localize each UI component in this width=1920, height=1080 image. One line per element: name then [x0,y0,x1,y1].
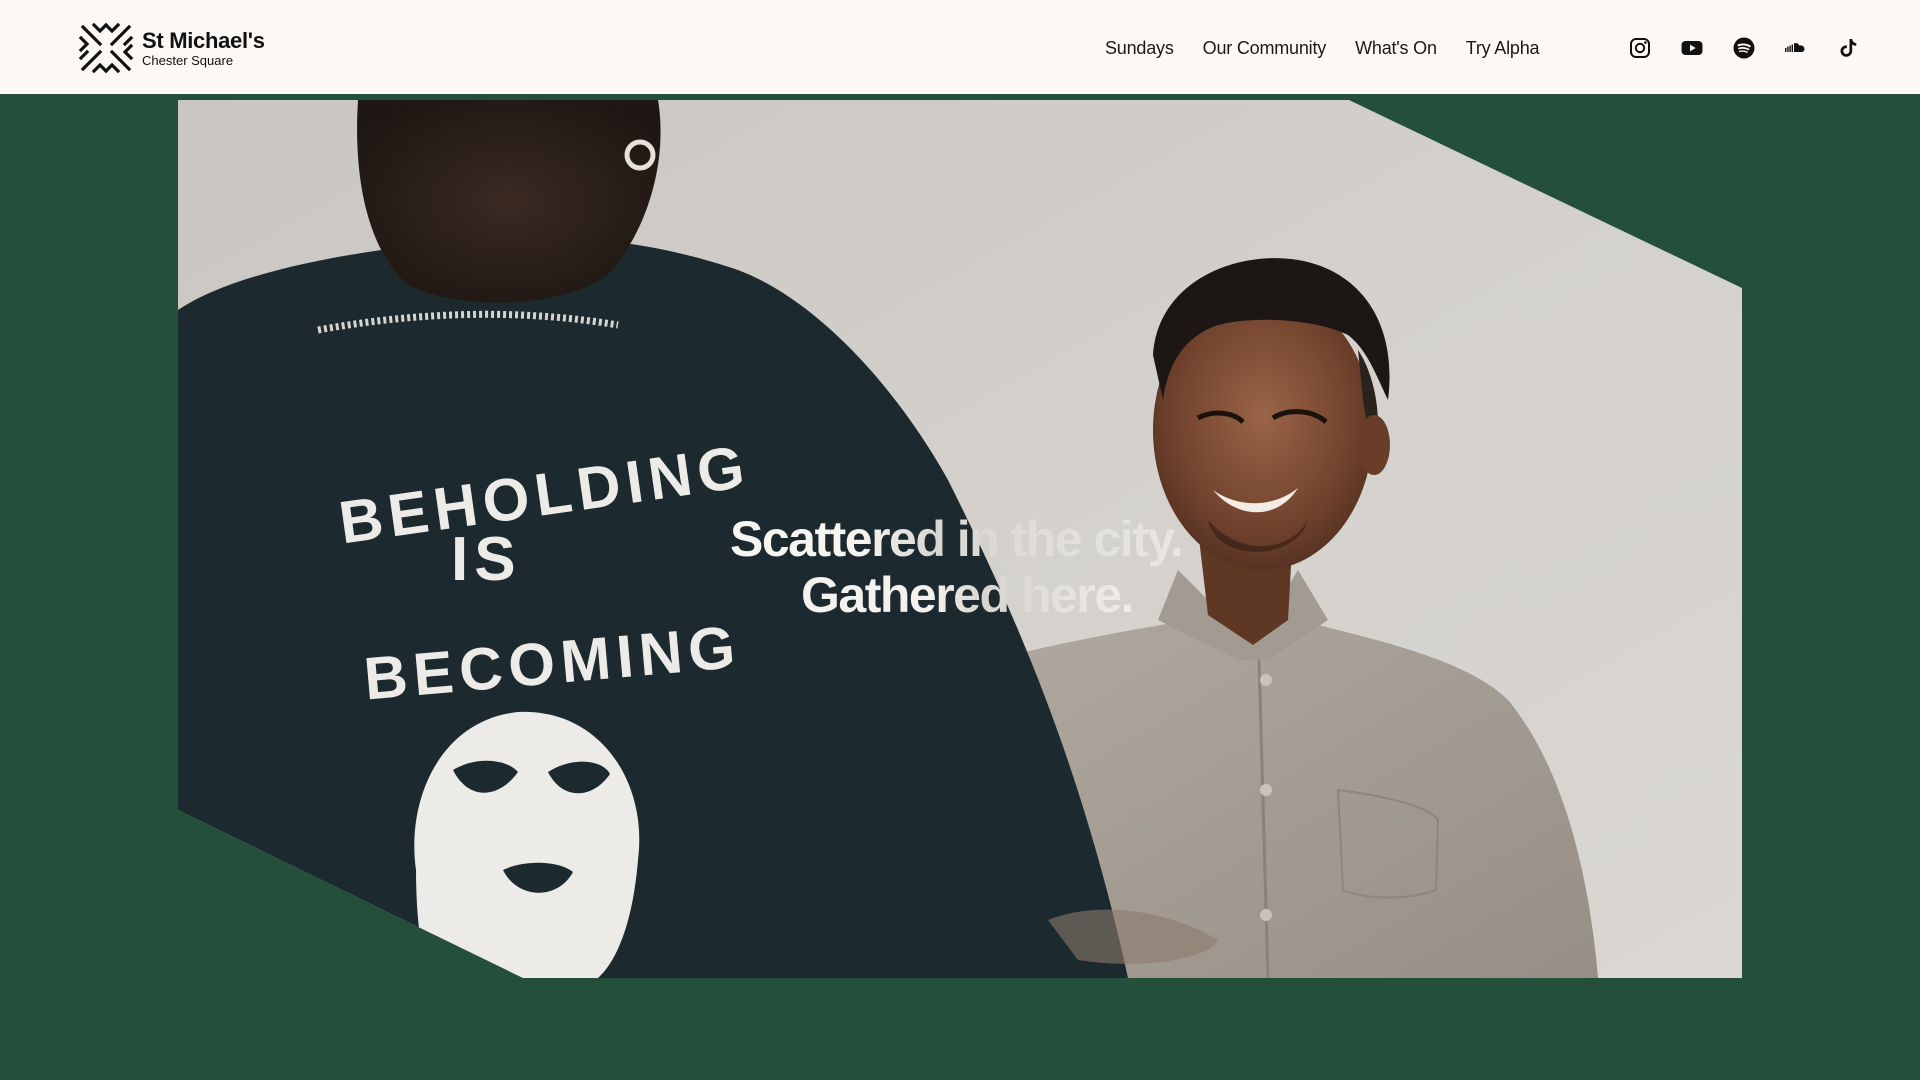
spotify-icon[interactable] [1732,36,1756,60]
svg-text:IS: IS [451,525,522,594]
instagram-icon[interactable] [1628,36,1652,60]
nav-item-try-alpha[interactable]: Try Alpha [1466,38,1540,59]
cross-logo-icon [78,22,134,74]
tiktok-icon[interactable] [1836,36,1860,60]
logo-link[interactable]: St Michael's Chester Square [78,22,265,74]
brand-subtitle: Chester Square [142,52,234,68]
nav-item-sundays[interactable]: Sundays [1105,38,1174,59]
hero-photo: BEHOLDING IS BECOMING [178,100,1742,978]
nav-item-our-community[interactable]: Our Community [1203,38,1327,59]
brand-name: St Michael's [142,27,265,53]
social-links [1628,0,1888,96]
hero-image: BEHOLDING IS BECOMING [178,100,1742,978]
youtube-icon[interactable] [1680,36,1704,60]
soundcloud-icon[interactable] [1784,36,1808,60]
site-header: St Michael's Chester Square Sundays Our … [0,0,1920,96]
main-nav: Sundays Our Community What's On Try Alph… [1105,0,1568,96]
nav-item-whats-on[interactable]: What's On [1355,38,1437,59]
